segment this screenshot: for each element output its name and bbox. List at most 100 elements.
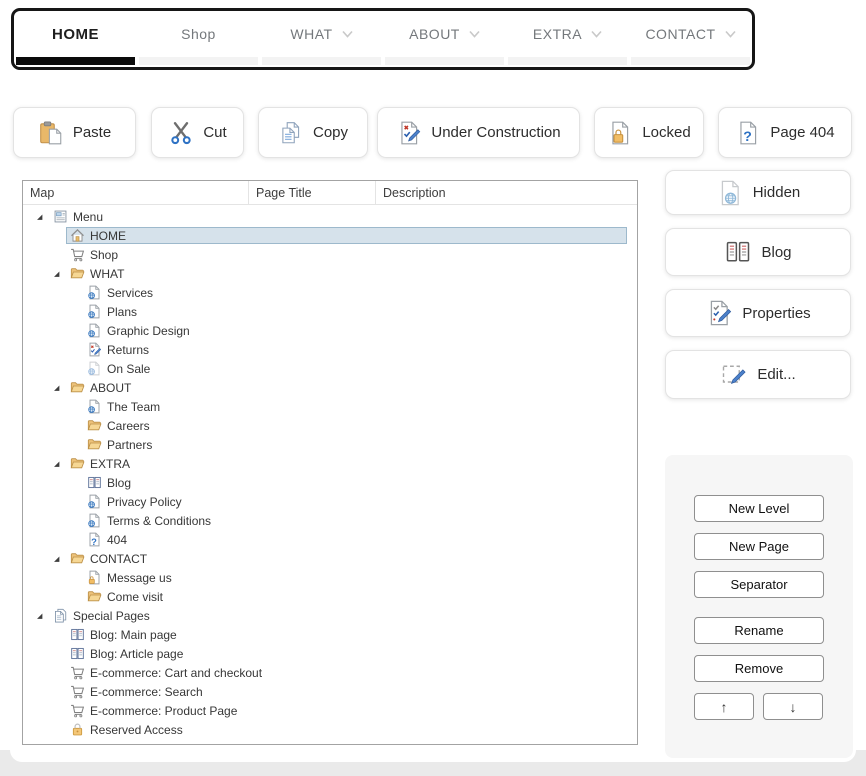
edit-button[interactable]: Edit...: [665, 350, 851, 399]
tree-row-partners[interactable]: Partners: [23, 435, 637, 454]
page-404-button[interactable]: ?Page 404: [718, 107, 852, 158]
tree-row-blog-main-page[interactable]: Blog: Main page: [23, 625, 637, 644]
tree-row-careers[interactable]: Careers: [23, 416, 637, 435]
tree-row-label: Graphic Design: [107, 324, 190, 338]
cut-button[interactable]: Cut: [151, 107, 244, 158]
tree-row-terms-conditions[interactable]: Terms & Conditions: [23, 511, 637, 530]
nav-item-about[interactable]: ABOUT: [383, 11, 506, 57]
tree-row-content: EXTRA: [66, 455, 627, 472]
tree-row-blog-article-page[interactable]: Blog: Article page: [23, 644, 637, 663]
tree-row-message-us[interactable]: Message us: [23, 568, 637, 587]
tree-row-content: E-commerce: Cart and checkout: [66, 664, 627, 681]
column-header-map[interactable]: Map: [23, 181, 249, 204]
chevron-down-icon: [469, 30, 480, 38]
under-construction-button[interactable]: Under Construction: [377, 107, 580, 158]
nav-underline-segment: [16, 57, 135, 65]
indent-spacer: [37, 368, 71, 369]
tree-row-plans[interactable]: Plans: [23, 302, 637, 321]
nav-item-contact[interactable]: CONTACT: [629, 11, 752, 57]
tree-row-label: Message us: [107, 571, 172, 585]
nav-item-home[interactable]: HOME: [14, 11, 137, 57]
nav-item-label: EXTRA: [533, 26, 582, 42]
button-label: Locked: [642, 124, 690, 141]
tree-row-label: Plans: [107, 305, 137, 319]
tree-row-on-sale[interactable]: On Sale: [23, 359, 637, 378]
expander-icon[interactable]: ◢: [54, 384, 66, 392]
tree-row-special-pages[interactable]: ◢Special Pages: [23, 606, 637, 625]
expander-icon[interactable]: ◢: [54, 555, 66, 563]
copy-button[interactable]: Copy: [258, 107, 368, 158]
paste-icon: [38, 120, 64, 146]
blog-button[interactable]: Blog: [665, 228, 851, 276]
nav-item-label: HOME: [52, 26, 99, 43]
properties-button[interactable]: Properties: [665, 289, 851, 337]
nav-underline-segment: [508, 57, 627, 65]
tree-row-e-commerce-cart-and-checkout[interactable]: E-commerce: Cart and checkout: [23, 663, 637, 682]
new-page-button[interactable]: New Page: [694, 533, 824, 560]
nav-item-label: Shop: [181, 26, 216, 42]
tree-row-privacy-policy[interactable]: Privacy Policy: [23, 492, 637, 511]
nav-item-what[interactable]: WHAT: [260, 11, 383, 57]
tree-row-contact[interactable]: ◢CONTACT: [23, 549, 637, 568]
tree-row-label: Services: [107, 286, 153, 300]
page-question-icon: ?: [87, 532, 102, 547]
tree-row-content: On Sale: [83, 360, 627, 377]
tree-row-services[interactable]: Services: [23, 283, 637, 302]
indent-spacer: [37, 558, 54, 559]
tree-row-content: Blog: Main page: [66, 626, 627, 643]
nav-item-label: WHAT: [290, 26, 332, 42]
tree-row-content: The Team: [83, 398, 627, 415]
tree-row-blog[interactable]: Blog: [23, 473, 637, 492]
tree-row-menu[interactable]: ◢Menu: [23, 207, 637, 226]
expander-icon[interactable]: ◢: [37, 213, 49, 221]
indent-spacer: [37, 311, 71, 312]
tree-row-shop[interactable]: Shop: [23, 245, 637, 264]
tree-row-extra[interactable]: ◢EXTRA: [23, 454, 637, 473]
tree-row-graphic-design[interactable]: Graphic Design: [23, 321, 637, 340]
column-header-description[interactable]: Description: [376, 181, 637, 204]
tree-row-label: Shop: [90, 248, 118, 262]
nav-underline-segment: [262, 57, 381, 65]
chevron-down-icon: [725, 30, 736, 38]
nav-item-extra[interactable]: EXTRA: [506, 11, 629, 57]
tree-row-e-commerce-search[interactable]: E-commerce: Search: [23, 682, 637, 701]
hidden-button[interactable]: Hidden: [665, 170, 851, 215]
column-header-page-title[interactable]: Page Title: [249, 181, 376, 204]
under-construction-icon: [396, 120, 422, 146]
tree-row-label: E-commerce: Search: [90, 685, 203, 699]
tree-row-content: Message us: [83, 569, 627, 586]
book-icon: [87, 475, 102, 490]
indent-spacer: [37, 501, 71, 502]
tree-row-what[interactable]: ◢WHAT: [23, 264, 637, 283]
locked-button[interactable]: Locked: [594, 107, 704, 158]
indent-spacer: [37, 463, 54, 464]
paste-button[interactable]: Paste: [13, 107, 136, 158]
tree-row-reserved-access[interactable]: Reserved Access: [23, 720, 637, 739]
tree-row-404[interactable]: ?404: [23, 530, 637, 549]
separator-button[interactable]: Separator: [694, 571, 824, 598]
tree-row-come-visit[interactable]: Come visit: [23, 587, 637, 606]
tree-row-label: Reserved Access: [90, 723, 183, 737]
expander-icon[interactable]: ◢: [54, 270, 66, 278]
expander-icon[interactable]: ◢: [54, 460, 66, 468]
cart-icon: [70, 247, 85, 262]
tree-row-home[interactable]: HOME: [23, 226, 637, 245]
rename-button[interactable]: Rename: [694, 617, 824, 644]
move-down-button[interactable]: ↓: [763, 693, 823, 720]
tree-row-content: ABOUT: [66, 379, 627, 396]
remove-button[interactable]: Remove: [694, 655, 824, 682]
nav-item-shop[interactable]: Shop: [137, 11, 260, 57]
tree-row-about[interactable]: ◢ABOUT: [23, 378, 637, 397]
tree-row-the-team[interactable]: The Team: [23, 397, 637, 416]
new-level-button[interactable]: New Level: [694, 495, 824, 522]
tree-row-content: E-commerce: Search: [66, 683, 627, 700]
move-up-button[interactable]: ↑: [694, 693, 754, 720]
tree-row-content: Special Pages: [49, 607, 627, 624]
tree-header: MapPage TitleDescription: [23, 181, 637, 205]
page-globe-icon: [87, 285, 102, 300]
tree-row-returns[interactable]: Returns: [23, 340, 637, 359]
tree-row-content: Partners: [83, 436, 627, 453]
button-label: Page 404: [770, 124, 834, 141]
tree-row-e-commerce-product-page[interactable]: E-commerce: Product Page: [23, 701, 637, 720]
expander-icon[interactable]: ◢: [37, 612, 49, 620]
